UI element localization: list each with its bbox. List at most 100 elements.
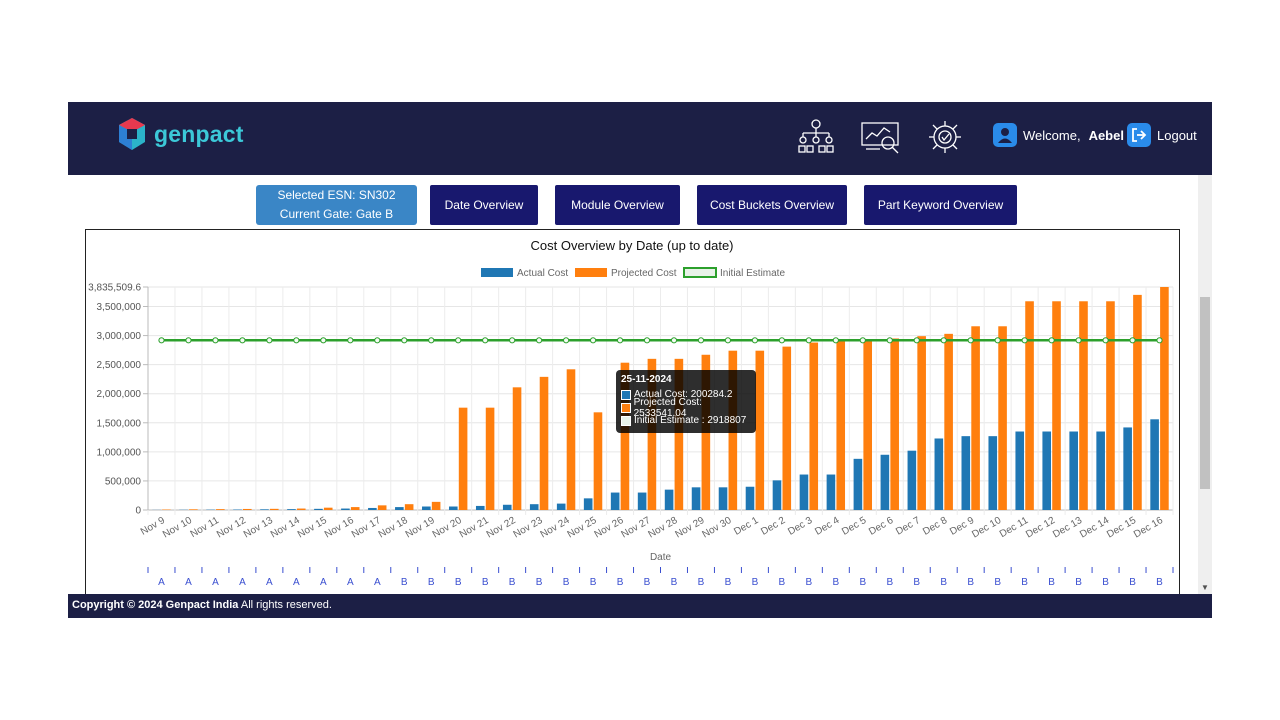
gate-label: A <box>212 577 219 588</box>
initial-estimate-point <box>859 337 866 344</box>
gate-label: B <box>671 577 678 588</box>
actual-cost-bar <box>422 506 431 510</box>
actual-cost-bar <box>1042 431 1052 510</box>
gate-label: B <box>940 577 947 588</box>
x-tick-label: Dec 2 <box>759 515 788 538</box>
gate-label: B <box>1021 577 1028 588</box>
legend-swatch-1 <box>575 268 607 277</box>
gate-label: B <box>617 577 624 588</box>
initial-estimate-point <box>940 337 947 344</box>
gate-label: B <box>590 577 597 588</box>
projected-cost-bar <box>485 407 495 510</box>
actual-cost-bar <box>637 492 647 510</box>
user-avatar-icon[interactable] <box>993 123 1017 147</box>
legend-swatch-0 <box>481 268 513 277</box>
initial-estimate-point <box>832 337 839 344</box>
x-tick-label: Dec 13 <box>1051 515 1084 541</box>
x-tick-label: Nov 16 <box>323 515 356 541</box>
gate-label: B <box>859 577 866 588</box>
settings-gear-icon[interactable] <box>924 119 966 155</box>
x-tick-label: Nov 24 <box>539 515 572 541</box>
actual-cost-bar <box>961 436 971 510</box>
projected-cost-bar <box>189 509 198 510</box>
date-overview-button[interactable]: Date Overview <box>430 185 538 225</box>
chart-title: Cost Overview by Date (up to date) <box>530 238 733 253</box>
current-gate-label: Current Gate: Gate B <box>279 207 394 221</box>
scroll-down-arrow-icon[interactable]: ▼ <box>1201 583 1209 592</box>
actual-cost-bar <box>368 507 377 510</box>
gate-label: B <box>509 577 516 588</box>
module-overview-button[interactable]: Module Overview <box>555 185 680 225</box>
initial-estimate-point <box>778 337 785 344</box>
initial-estimate-point <box>751 337 759 344</box>
initial-estimate-point <box>536 337 543 344</box>
x-tick-label: Dec 7 <box>894 515 923 538</box>
cost-buckets-overview-button[interactable]: Cost Buckets Overview <box>697 185 847 225</box>
gate-label: B <box>725 577 732 588</box>
gate-label: B <box>1102 577 1109 588</box>
x-tick-label: Dec 5 <box>840 515 869 538</box>
x-tick-label: Nov 25 <box>566 515 599 541</box>
actual-cost-bar <box>583 498 593 510</box>
x-tick-label: Dec 4 <box>813 515 842 538</box>
y-tick-label: 2,500,000 <box>97 360 142 371</box>
initial-estimate-point <box>643 337 651 344</box>
projected-cost-bar <box>782 346 792 510</box>
legend-label-2: Initial Estimate <box>720 268 785 279</box>
x-tick-label: Nov 26 <box>593 515 626 541</box>
projected-cost-bar <box>1106 301 1115 510</box>
actual-cost-bar <box>395 507 404 510</box>
analytics-dashboard-icon[interactable] <box>860 119 902 155</box>
gate-label: A <box>239 577 246 588</box>
gate-label: B <box>644 577 651 588</box>
initial-estimate-point <box>428 337 435 344</box>
actual-cost-bar <box>314 508 323 510</box>
initial-estimate-point <box>994 337 1001 344</box>
projected-cost-bar <box>269 508 279 510</box>
tooltip-projected-swatch <box>621 402 631 413</box>
projected-cost-bar <box>593 412 603 510</box>
gate-label: A <box>347 577 354 588</box>
initial-estimate-point <box>482 337 489 344</box>
initial-estimate-point <box>589 337 597 344</box>
initial-estimate-point <box>1129 337 1136 344</box>
projected-cost-bar <box>377 505 387 510</box>
projected-cost-bar <box>566 369 576 510</box>
x-axis-title: Date <box>650 552 672 563</box>
projected-cost-bar <box>836 340 846 510</box>
x-tick-label: Dec 1 <box>732 515 761 538</box>
actual-cost-bar <box>772 480 782 510</box>
genpact-logo[interactable]: genpact <box>118 117 244 151</box>
org-hierarchy-icon[interactable] <box>795 119 837 155</box>
actual-cost-bar <box>853 458 863 510</box>
part-keyword-overview-button[interactable]: Part Keyword Overview <box>864 185 1017 225</box>
x-tick-label: Dec 11 <box>998 515 1031 540</box>
logout-button[interactable]: Logout <box>1127 123 1197 147</box>
x-tick-label: Nov 12 <box>215 515 248 541</box>
x-tick-label: Nov 27 <box>620 515 653 541</box>
actual-cost-bar <box>287 509 296 510</box>
copyright-text: Copyright © 2024 Genpact India All right… <box>72 599 332 611</box>
projected-cost-bar <box>539 376 549 510</box>
x-tick-label: Nov 17 <box>350 515 383 541</box>
welcome-label: Welcome, <box>1023 127 1081 143</box>
actual-cost-bar <box>448 506 458 510</box>
actual-cost-bar <box>475 505 485 510</box>
projected-cost-bar <box>296 508 306 510</box>
vertical-scrollbar[interactable]: ▼ <box>1198 175 1212 594</box>
actual-cost-bar <box>799 474 809 510</box>
scrollbar-thumb[interactable] <box>1200 297 1210 489</box>
legend-label-1: Projected Cost <box>611 268 677 279</box>
welcome-area: Welcome, Aebel <box>993 123 1124 147</box>
gate-label: B <box>563 577 570 588</box>
gate-label: B <box>698 577 705 588</box>
initial-estimate-point <box>670 337 678 344</box>
gate-label: A <box>185 577 192 588</box>
app-window: genpact Welcome, Aebel Logout Selected E… <box>68 102 1212 618</box>
projected-cost-bar <box>1025 301 1034 510</box>
tooltip-initial: Initial Estimate : 2918807 <box>634 415 747 426</box>
initial-estimate-point <box>913 337 920 344</box>
esn-gate-selector[interactable]: Selected ESN: SN302 Current Gate: Gate B <box>256 185 417 225</box>
gate-label: B <box>455 577 462 588</box>
gate-label: B <box>752 577 759 588</box>
